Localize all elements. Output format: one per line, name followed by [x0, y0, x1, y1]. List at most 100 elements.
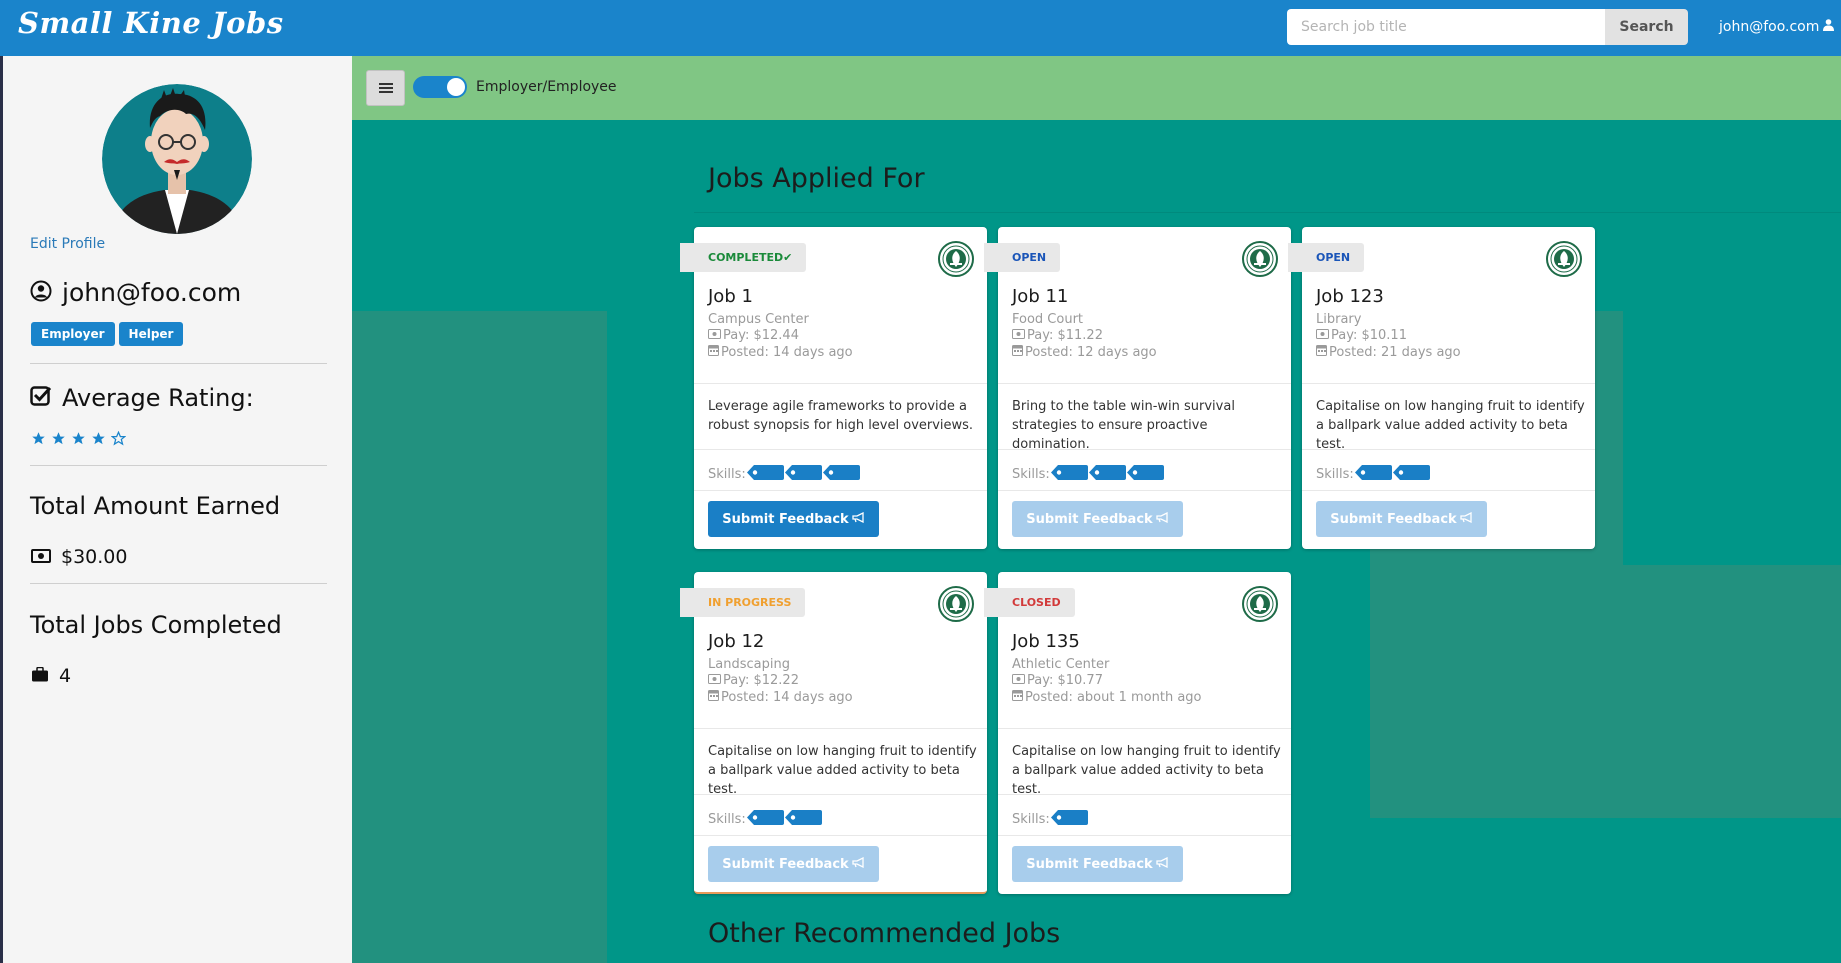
job-card[interactable]: OPEN Job 123 Library Pay: $10.11 Posted: 21 …: [1288, 227, 1595, 549]
sidebar-toggle-button[interactable]: [366, 70, 405, 106]
star-filled-icon: [91, 431, 106, 450]
calendar-icon: [1012, 344, 1023, 360]
submit-feedback-label: Submit Feedback: [722, 511, 849, 527]
money-bill-icon: [1316, 328, 1329, 343]
card-divider: [694, 728, 987, 729]
job-pay: Pay: $10.11: [1316, 328, 1407, 343]
role-badge-helper[interactable]: Helper: [118, 322, 184, 346]
job-location: Library: [1316, 312, 1362, 327]
skill-tag[interactable]: [1088, 464, 1126, 485]
skill-tag[interactable]: [746, 464, 784, 485]
job-location: Food Court: [1012, 312, 1084, 327]
job-status-badge: IN PROGRESS: [680, 588, 806, 617]
job-skills: Skills:: [1012, 809, 1088, 830]
employer-employee-toggle[interactable]: [413, 76, 467, 98]
toggle-knob: [447, 78, 465, 96]
job-card[interactable]: COMPLETED✔ Job 1 Campus Center Pay: $12.44 P…: [680, 227, 987, 549]
job-card[interactable]: IN PROGRESS Job 12 Landscaping Pay: $12.22 P…: [680, 572, 987, 894]
user-menu[interactable]: john@foo.com: [1719, 19, 1835, 35]
search-input[interactable]: [1287, 9, 1605, 45]
job-description: Bring to the table win-win survival stra…: [1012, 399, 1235, 452]
job-status-label: COMPLETED: [708, 251, 784, 264]
submit-feedback-label: Submit Feedback: [1330, 511, 1457, 527]
skill-tag[interactable]: [1126, 464, 1164, 485]
profile-username-row: john@foo.com: [30, 278, 241, 307]
job-status-badge: OPEN: [1288, 243, 1365, 272]
divider: [30, 465, 327, 466]
job-status-label: IN PROGRESS: [708, 596, 792, 609]
job-description: Capitalise on low hanging fruit to ident…: [1012, 744, 1281, 797]
recommended-jobs-heading: Other Recommended Jobs: [708, 918, 1061, 949]
job-title[interactable]: Job 12: [708, 631, 764, 652]
skill-tag[interactable]: [784, 809, 822, 830]
submit-feedback-button[interactable]: Submit Feedback: [1012, 846, 1183, 882]
star-filled-icon: [51, 431, 66, 450]
skill-tag[interactable]: [1392, 464, 1430, 485]
money-bill-icon: [1012, 673, 1025, 688]
status-check-icon: ✔: [783, 251, 793, 264]
jobs-completed-value: 4: [59, 665, 72, 687]
profile-username: john@foo.com: [62, 278, 242, 307]
submit-feedback-button[interactable]: Submit Feedback: [1316, 501, 1487, 537]
submit-feedback-button[interactable]: Submit Feedback: [1012, 501, 1183, 537]
profile-sidebar: Edit Profile john@foo.com Employer Helpe…: [3, 56, 352, 963]
skill-tag[interactable]: [784, 464, 822, 485]
job-skills: Skills:: [1316, 464, 1430, 485]
total-earned-value: $30.00: [61, 546, 128, 568]
edit-profile-link[interactable]: Edit Profile: [30, 236, 105, 252]
card-divider: [1302, 490, 1595, 491]
average-rating-title: Average Rating:: [62, 384, 254, 412]
jobs-completed-row: 4: [31, 665, 71, 687]
job-title[interactable]: Job 1: [708, 286, 753, 307]
job-posted-value: Posted: 14 days ago: [721, 689, 853, 705]
user-menu-email: john@foo.com: [1719, 19, 1820, 35]
job-posted-value: Posted: about 1 month ago: [1025, 689, 1202, 705]
job-title[interactable]: Job 135: [1012, 631, 1080, 652]
university-seal-icon: [1242, 586, 1278, 622]
card-divider: [694, 835, 987, 836]
university-seal-icon: [1242, 241, 1278, 277]
search-button[interactable]: Search: [1605, 9, 1688, 45]
top-navbar: Small Kine Jobs Search john@foo.com: [0, 0, 1841, 56]
job-skills: Skills:: [708, 809, 822, 830]
skills-label: Skills:: [1316, 467, 1354, 482]
university-seal-icon: [938, 241, 974, 277]
divider: [30, 363, 327, 364]
money-bill-icon: [1012, 328, 1025, 343]
job-status-badge: CLOSED: [984, 588, 1075, 617]
job-skills: Skills:: [1012, 464, 1164, 485]
skill-tag[interactable]: [1354, 464, 1392, 485]
role-badge-employer[interactable]: Employer: [31, 322, 115, 346]
skill-tag[interactable]: [822, 464, 860, 485]
submit-feedback-button[interactable]: Submit Feedback: [708, 501, 879, 537]
job-posted-value: Posted: 21 days ago: [1329, 344, 1461, 360]
hamburger-icon: [378, 79, 393, 98]
megaphone-icon: [1156, 511, 1169, 527]
card-divider: [998, 449, 1291, 450]
skill-tag[interactable]: [1050, 464, 1088, 485]
skill-tag[interactable]: [1050, 809, 1088, 830]
university-seal-icon: [938, 586, 974, 622]
job-card[interactable]: CLOSED Job 135 Athletic Center Pay: $10.77 P…: [984, 572, 1291, 894]
job-status-label: OPEN: [1316, 251, 1351, 264]
jobs-completed-title: Total Jobs Completed: [30, 611, 282, 639]
heading-divider: [694, 212, 1841, 213]
job-status-label: OPEN: [1012, 251, 1047, 264]
job-title[interactable]: Job 11: [1012, 286, 1068, 307]
card-divider: [694, 794, 987, 795]
role-badges: Employer Helper: [31, 322, 184, 346]
skill-tag[interactable]: [746, 809, 784, 830]
submit-feedback-label: Submit Feedback: [722, 856, 849, 872]
megaphone-icon: [1156, 856, 1169, 872]
card-divider: [998, 383, 1291, 384]
job-title[interactable]: Job 123: [1316, 286, 1384, 307]
checkbox-checked-icon: [30, 384, 52, 412]
brand-logo[interactable]: Small Kine Jobs: [18, 6, 284, 40]
job-card[interactable]: OPEN Job 11 Food Court Pay: $11.22 Posted: 1…: [984, 227, 1291, 549]
job-posted: Posted: about 1 month ago: [1012, 689, 1202, 705]
total-earned-title: Total Amount Earned: [30, 492, 281, 520]
background-panel: [1370, 565, 1841, 818]
submit-feedback-button[interactable]: Submit Feedback: [708, 846, 879, 882]
job-pay: Pay: $11.22: [1012, 328, 1103, 343]
star-filled-icon: [71, 431, 86, 450]
